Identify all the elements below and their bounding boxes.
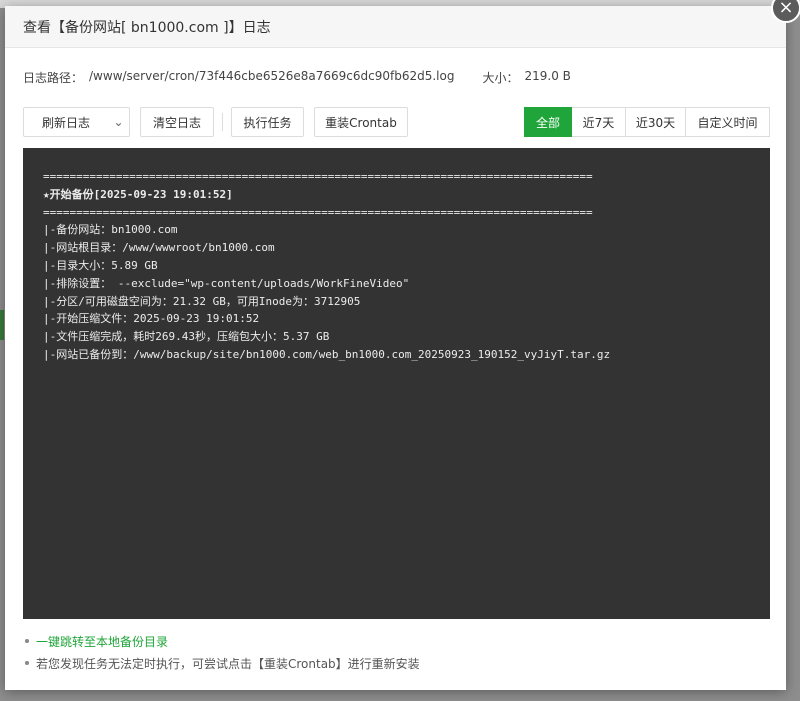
chevron-down-icon[interactable]: ⌄ — [108, 107, 130, 137]
tips-list: 一键跳转至本地备份目录 若您发现任务无法定时执行，可尝试点击【重装Crontab… — [25, 630, 420, 674]
range-custom-tab[interactable]: 自定义时间 — [686, 107, 770, 137]
log-line: ★开始备份[2025-09-23 19:01:52] — [43, 187, 233, 201]
list-item: 若您发现任务无法定时执行，可尝试点击【重装Crontab】进行重新安装 — [25, 652, 420, 674]
jump-to-backup-dir-link[interactable]: 一键跳转至本地备份目录 — [36, 633, 168, 650]
toolbar-divider — [222, 113, 223, 131]
refresh-log-button[interactable]: 刷新日志 — [23, 107, 109, 137]
dialog-title: 查看【备份网站[ bn1000.com ]】日志 — [23, 19, 271, 36]
execute-task-button[interactable]: 执行任务 — [231, 107, 304, 137]
log-line: |-备份网站：bn1000.com — [43, 223, 178, 237]
log-line: |-分区/可用磁盘空间为：21.32 GB，可用Inode为：3712905 — [43, 294, 361, 308]
range-7days-tab[interactable]: 近7天 — [572, 107, 626, 137]
reinstall-crontab-button[interactable]: 重装Crontab — [314, 107, 408, 137]
log-line: |-开始压缩文件：2025-09-23 19:01:52 — [43, 312, 260, 326]
crontab-hint-text: 若您发现任务无法定时执行，可尝试点击【重装Crontab】进行重新安装 — [36, 656, 420, 671]
log-output-panel[interactable]: ========================================… — [23, 148, 770, 619]
range-30days-tab[interactable]: 近30天 — [626, 107, 686, 137]
log-info-row: 日志路径： /www/server/cron/73f446cbe6526e8a7… — [23, 69, 571, 86]
log-line: |-文件压缩完成，耗时269.43秒，压缩包大小：5.37 GB — [43, 330, 330, 344]
range-all-tab[interactable]: 全部 — [524, 107, 572, 137]
bullet-icon — [25, 639, 29, 643]
clear-log-button[interactable]: 清空日志 — [140, 107, 214, 137]
log-path-value: /www/server/cron/73f446cbe6526e8a7669c6d… — [89, 69, 455, 83]
toolbar: 刷新日志 ⌄ 清空日志 执行任务 重装Crontab 全部 近7天 近30天 自… — [23, 107, 770, 137]
log-line: |-网站已备份到：/www/backup/site/bn1000.com/web… — [43, 347, 611, 361]
log-dialog: 查看【备份网站[ bn1000.com ]】日志 × 日志路径： /www/se… — [5, 0, 800, 690]
log-line: |-目录大小：5.89 GB — [43, 258, 158, 272]
time-range-group: 全部 近7天 近30天 自定义时间 — [524, 107, 770, 137]
log-line: ========================================… — [43, 170, 593, 183]
list-item: 一键跳转至本地备份目录 — [25, 630, 420, 652]
log-size-value: 219.0 B — [524, 69, 571, 83]
log-path-label: 日志路径： — [23, 71, 84, 85]
log-line: |-排除设置： --exclude="wp-content/uploads/Wo… — [43, 276, 410, 290]
background-page-edge — [0, 310, 4, 340]
dialog-header: 查看【备份网站[ bn1000.com ]】日志 — [5, 6, 786, 48]
bullet-icon — [25, 661, 29, 665]
log-size-label: 大小： — [482, 71, 519, 85]
log-line: ========================================… — [43, 205, 593, 219]
log-line: |-网站根目录：/www/wwwroot/bn1000.com — [43, 241, 275, 255]
